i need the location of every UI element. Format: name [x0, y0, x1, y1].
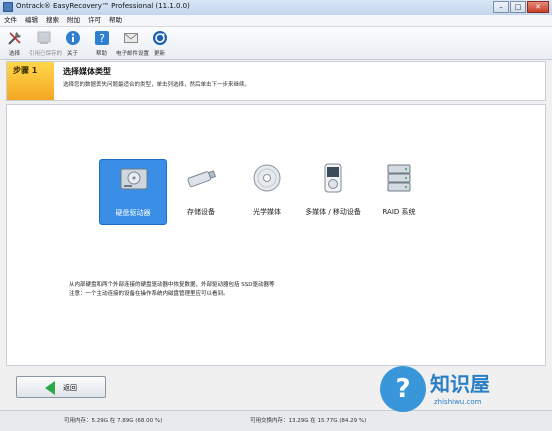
menu-license[interactable]: 许可 [84, 15, 105, 26]
watermark: ? 知识屋 zhishiwu.com [378, 360, 552, 430]
toolbar-options-button[interactable]: 选择 [0, 27, 29, 59]
close-button[interactable]: ✕ [527, 1, 549, 13]
status-memory: 可用内存：5.29G 在 7.89G (68.00 %) [64, 418, 163, 424]
toolbar: 选择 引用已保存的 关于 ? 帮助 电子邮件设置 更新 [0, 27, 552, 60]
email-icon [124, 33, 138, 43]
toolbar-label: 帮助 [95, 51, 107, 57]
media-player-icon [324, 163, 342, 193]
step-description: 选择您的数据丢失问题最适合的类型，单击列选择，然后单击下一步来继续。 [63, 82, 251, 88]
tools-icon [8, 32, 21, 45]
toolbar-help-button[interactable]: ? 帮助 [87, 27, 116, 59]
title-bar: Ontrack® EasyRecovery™ Professional (11.… [0, 0, 552, 16]
back-arrow-icon [45, 381, 55, 395]
maximize-button[interactable]: □ [510, 1, 526, 13]
window-controls: – □ ✕ [493, 1, 549, 13]
media-raid[interactable]: RAID 系统 [365, 159, 433, 225]
menu-bar: 文件 编辑 搜索 附加 许可 帮助 [0, 15, 552, 27]
watermark-symbol: ? [395, 374, 411, 404]
step-title: 选择媒体类型 [63, 67, 111, 76]
toolbar-label: 选择 [8, 51, 20, 57]
media-label: 存储设备 [187, 208, 215, 216]
step-number: 步骤 1 [13, 66, 38, 75]
info-icon [66, 31, 80, 45]
app-icon [3, 2, 13, 12]
media-hard-drive[interactable]: 硬盘驱动器 [99, 159, 167, 225]
watermark-title: 知识屋 [430, 372, 490, 396]
svg-text:?: ? [99, 32, 105, 45]
window-title: Ontrack® EasyRecovery™ Professional (11.… [16, 2, 190, 10]
back-button-label: 返回 [63, 384, 77, 392]
toolbar-update-button[interactable]: 更新 [145, 27, 174, 59]
back-button[interactable]: 返回 [16, 376, 106, 398]
scan-icon [37, 31, 51, 44]
menu-addons[interactable]: 附加 [63, 15, 84, 26]
menu-edit[interactable]: 编辑 [21, 15, 42, 26]
toolbar-email-settings-button[interactable]: 电子邮件设置 [116, 27, 150, 59]
media-label: 光学媒体 [253, 208, 281, 216]
menu-search[interactable]: 搜索 [42, 15, 63, 26]
toolbar-label: 更新 [153, 51, 165, 57]
toolbar-about-button[interactable]: 关于 [58, 27, 87, 59]
media-label: 多媒体 / 移动设备 [305, 208, 361, 216]
media-label: 硬盘驱动器 [115, 209, 151, 217]
media-selection-panel: 硬盘驱动器 存储设备 光学媒体 多媒体 / 移动设备 RAID 系统 从内部硬盘… [6, 104, 546, 366]
description-line: 从内部硬盘和两个外部连接的硬盘驱动器中恢复数据，外部驱动器包括 SSD驱动器等 [69, 282, 275, 288]
usb-drive-icon [187, 170, 216, 188]
media-multimedia-mobile[interactable]: 多媒体 / 移动设备 [299, 159, 367, 225]
description-note: 注意：一个主动连接的设备在操作系统内磁盘管理里应可以看到。 [69, 291, 229, 297]
hard-drive-icon [120, 168, 148, 190]
menu-file[interactable]: 文件 [0, 15, 21, 26]
status-swap: 可用交换内存：13.29G 在 15.77G (84.29 %) [250, 418, 367, 424]
media-storage-device[interactable]: 存储设备 [167, 159, 235, 225]
watermark-logo-icon: ? [380, 366, 426, 412]
media-optical[interactable]: 光学媒体 [233, 159, 301, 225]
help-icon: ? [95, 31, 109, 45]
watermark-url: zhishiwu.com [434, 398, 482, 406]
menu-help[interactable]: 帮助 [105, 15, 126, 26]
toolbar-label: 引用已保存的 [29, 51, 63, 57]
optical-disc-icon [253, 164, 281, 192]
raid-icon [387, 164, 411, 192]
step-badge: 步骤 1 [7, 62, 54, 100]
toolbar-label: 电子邮件设置 [116, 51, 150, 57]
media-label: RAID 系统 [382, 208, 416, 216]
toolbar-label: 关于 [66, 51, 78, 57]
step-header: 步骤 1 选择媒体类型 选择您的数据丢失问题最适合的类型，单击列选择，然后单击下… [6, 61, 546, 101]
minimize-button[interactable]: – [493, 1, 509, 13]
media-description: 从内部硬盘和两个外部连接的硬盘驱动器中恢复数据，外部驱动器包括 SSD驱动器等 … [69, 281, 399, 299]
update-icon [153, 31, 167, 45]
toolbar-load-scan-button[interactable]: 引用已保存的 [29, 27, 63, 59]
